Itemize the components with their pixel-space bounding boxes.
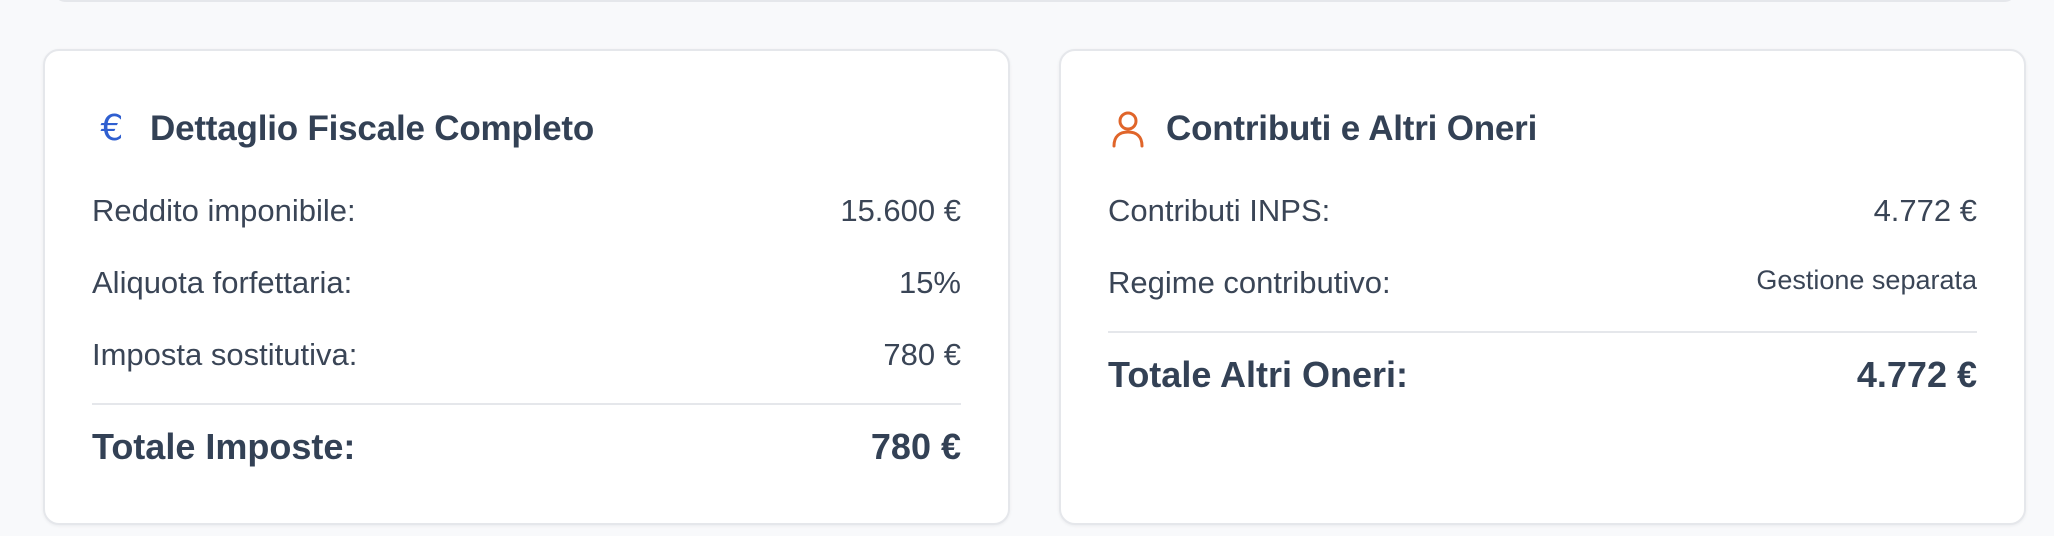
contribution-regime-label: Regime contributivo: — [1108, 265, 1391, 300]
contribution-regime-row: Regime contributivo: Gestione separata — [1108, 263, 1977, 303]
contrib-card-header: Contributi e Altri Oneri — [1108, 105, 1537, 153]
inps-contributions-value: 4.772 € — [1873, 193, 1977, 228]
user-icon — [1108, 109, 1148, 149]
total-taxes-label: Totale Imposte: — [92, 426, 356, 467]
substitute-tax-value: 780 € — [883, 337, 961, 372]
flat-rate-value: 15% — [898, 265, 961, 300]
top-card-edge — [52, 0, 2018, 2]
taxable-income-value: 15.600 € — [840, 193, 961, 228]
fiscal-card-header: € Dettaglio Fiscale Completo — [92, 105, 595, 153]
fiscal-detail-card: € Dettaglio Fiscale Completo Reddito imp… — [43, 49, 1010, 525]
inps-contributions-label: Contributi INPS: — [1108, 193, 1331, 228]
substitute-tax-label: Imposta sostitutiva: — [92, 337, 358, 372]
euro-icon: € — [100, 108, 124, 149]
fiscal-divider — [92, 403, 961, 405]
contribution-regime-value: Gestione separata — [1756, 264, 1977, 295]
contrib-divider — [1108, 331, 1977, 333]
flat-rate-row: Aliquota forfettaria: 15% — [92, 263, 961, 303]
total-other-charges-row: Totale Altri Oneri: 4.772 € — [1108, 354, 1977, 395]
total-other-charges-value: 4.772 € — [1856, 354, 1977, 395]
substitute-tax-row: Imposta sostitutiva: 780 € — [92, 335, 961, 375]
total-taxes-row: Totale Imposte: 780 € — [92, 426, 961, 467]
inps-contributions-row: Contributi INPS: 4.772 € — [1108, 191, 1977, 231]
contributions-card: Contributi e Altri Oneri Contributi INPS… — [1059, 49, 2026, 525]
total-taxes-value: 780 € — [870, 426, 961, 467]
contrib-card-title: Contributi e Altri Oneri — [1166, 109, 1538, 148]
taxable-income-row: Reddito imponibile: 15.600 € — [92, 191, 961, 231]
taxable-income-label: Reddito imponibile: — [92, 193, 356, 228]
flat-rate-label: Aliquota forfettaria: — [92, 265, 353, 300]
fiscal-card-title: Dettaglio Fiscale Completo — [150, 109, 595, 148]
total-other-charges-label: Totale Altri Oneri: — [1108, 354, 1409, 395]
